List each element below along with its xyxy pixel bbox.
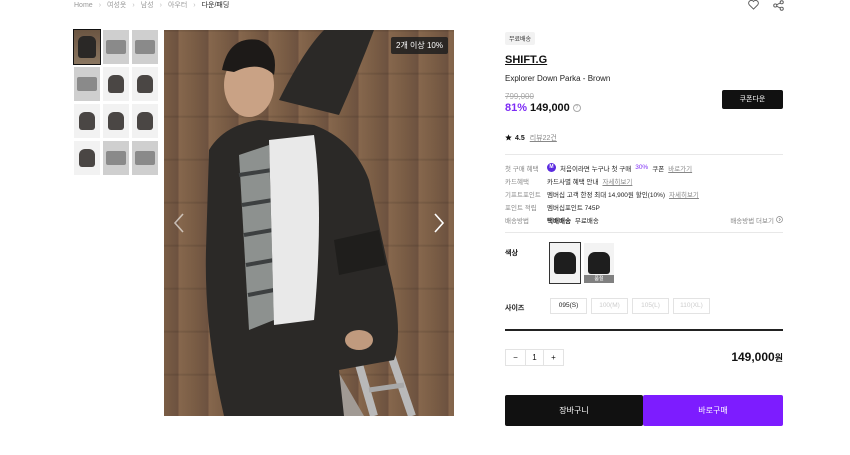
free-shipping-badge: 무료배송	[505, 32, 536, 45]
thumbnail-9[interactable]	[132, 104, 158, 138]
thumbnail-1[interactable]	[73, 29, 101, 65]
breadcrumb-men[interactable]: 남성	[141, 0, 154, 10]
size-options: 095(S) 100(M) 105(L) 110(XL)	[550, 298, 710, 314]
price-row: 81% 149,000 ? 쿠폰다운	[505, 90, 783, 114]
benefit-point: 포인트 적립 멤버십포인트 745P	[505, 200, 783, 213]
thumbnail-6[interactable]	[132, 67, 158, 101]
share-icon[interactable]	[773, 0, 784, 11]
thumbnail-10[interactable]	[74, 141, 100, 175]
thumbnail-7[interactable]	[74, 104, 100, 138]
benefit-gift-point: 기프트포인트 멤버십 고객 한정 최대 14,900원 할인(10%) 자세히보…	[505, 187, 783, 200]
promo-badge: 2개 이상 10%	[391, 37, 448, 54]
color-options: 품절	[549, 242, 614, 284]
card-detail-link[interactable]: 자세히보기	[602, 176, 632, 186]
shipping-more-label: 배송방법 더보기	[730, 217, 774, 225]
shipping-more-link[interactable]: 배송방법 더보기	[730, 215, 783, 225]
model-photo	[205, 30, 416, 416]
breadcrumb-outer[interactable]: 아우터	[168, 0, 187, 10]
benefit-card: 카드혜택 카드사별 혜택 안내 자세히보기	[505, 174, 783, 187]
membership-badge-icon: M	[547, 163, 556, 172]
thumbnail-11[interactable]	[103, 141, 129, 175]
thumbnail-gallery	[73, 29, 158, 175]
benefit-label: 카드혜택	[505, 178, 529, 186]
buy-now-button[interactable]: 바로구매	[643, 395, 783, 426]
next-image-arrow[interactable]	[432, 212, 446, 234]
currency-label: 원	[774, 353, 783, 363]
breadcrumb: Home › 여성옷 › 남성 › 아우터 › 다운/패딩	[74, 0, 229, 10]
benefit-text-2: 쿠폰	[652, 165, 665, 173]
breadcrumb-home[interactable]: Home	[74, 2, 93, 9]
quantity-stepper: − 1 +	[505, 349, 564, 366]
thumbnail-12[interactable]	[132, 141, 158, 175]
chevron-right-icon	[434, 213, 445, 233]
heart-icon[interactable]	[748, 0, 759, 11]
benefit-pct: 30%	[635, 164, 649, 171]
increase-button[interactable]: +	[544, 350, 563, 365]
thumbnail-3[interactable]	[132, 30, 158, 64]
thumbnail-4[interactable]	[74, 67, 100, 101]
benefit-label: 포인트 적립	[505, 204, 537, 212]
chevron-right-circle-icon	[776, 216, 783, 223]
prev-image-arrow[interactable]	[172, 212, 186, 234]
size-option[interactable]: 105(L)	[632, 298, 669, 314]
rating-row: 4.5 리뷰22건	[505, 133, 783, 143]
main-product-image[interactable]: 2개 이상 10%	[164, 30, 454, 416]
size-option[interactable]: 095(S)	[550, 298, 587, 314]
quantity-input[interactable]: 1	[525, 350, 544, 365]
color-swatch-soldout[interactable]: 품절	[584, 243, 614, 283]
benefit-text: 카드사별 혜택 안내	[547, 178, 599, 186]
chevron-right-icon: ›	[159, 1, 162, 9]
product-name: Explorer Down Parka - Brown	[505, 74, 611, 83]
size-label: 사이즈	[505, 305, 525, 312]
color-swatch-black[interactable]	[549, 242, 581, 284]
chevron-right-icon: ›	[193, 1, 196, 9]
benefits-list: 첫 구매 혜택 M 처음이라면 누구나 첫 구매 30% 쿠폰 바로가기 카드혜…	[505, 161, 783, 226]
benefit-first-purchase: 첫 구매 혜택 M 처음이라면 누구나 첫 구매 30% 쿠폰 바로가기	[505, 161, 783, 174]
thumbnail-2[interactable]	[103, 30, 129, 64]
breadcrumb-current[interactable]: 다운/패딩	[202, 0, 230, 10]
color-label: 색상	[505, 250, 518, 257]
section-divider	[505, 329, 783, 331]
info-icon[interactable]: ?	[572, 104, 581, 112]
shipping-method: 택배배송	[547, 217, 571, 225]
brand-link[interactable]: SHIFT.G	[505, 54, 783, 66]
total-price: 149,000원	[731, 350, 783, 364]
discount-rate: 81%	[505, 102, 528, 114]
decrease-button[interactable]: −	[506, 350, 525, 365]
benefit-text: 멤버십 고객 한정 최대 14,900원 할인(10%)	[547, 191, 666, 199]
thumbnail-8[interactable]	[103, 104, 129, 138]
chevron-left-icon	[173, 213, 184, 233]
top-actions	[748, 0, 784, 11]
benefit-shipping: 배송방법 택배배송 무료배송 배송방법 더보기	[505, 213, 783, 226]
gift-point-detail-link[interactable]: 자세히보기	[669, 189, 699, 199]
benefit-text: 멤버십포인트 745P	[547, 204, 600, 212]
total-amount: 149,000	[731, 350, 775, 364]
benefit-text: 처음이라면 누구나 첫 구매	[560, 165, 632, 173]
review-link[interactable]: 리뷰22건	[530, 133, 557, 143]
thumbnail-5[interactable]	[103, 67, 129, 101]
coupon-download-button[interactable]: 쿠폰다운	[722, 90, 783, 109]
benefit-label: 기프트포인트	[505, 191, 541, 199]
chevron-right-icon: ›	[132, 1, 135, 9]
benefit-label: 배송방법	[505, 217, 529, 225]
size-option[interactable]: 100(M)	[591, 298, 628, 314]
product-info: 무료배송 SHIFT.G Explorer Down Parka - Brown…	[505, 28, 783, 426]
breadcrumb-women[interactable]: 여성옷	[107, 0, 126, 10]
sale-price: 149,000	[530, 102, 570, 114]
star-icon	[505, 133, 512, 143]
divider	[505, 154, 783, 155]
shipping-fee: 무료배송	[574, 217, 599, 225]
add-to-cart-button[interactable]: 장바구니	[505, 395, 643, 426]
chevron-right-icon: ›	[98, 1, 102, 9]
first-purchase-link[interactable]: 바로가기	[668, 163, 692, 173]
divider	[505, 232, 783, 233]
rating-score: 4.5	[515, 134, 525, 142]
benefit-label: 첫 구매 혜택	[505, 165, 539, 173]
soldout-label: 품절	[584, 275, 614, 283]
size-option[interactable]: 110(XL)	[673, 298, 710, 314]
